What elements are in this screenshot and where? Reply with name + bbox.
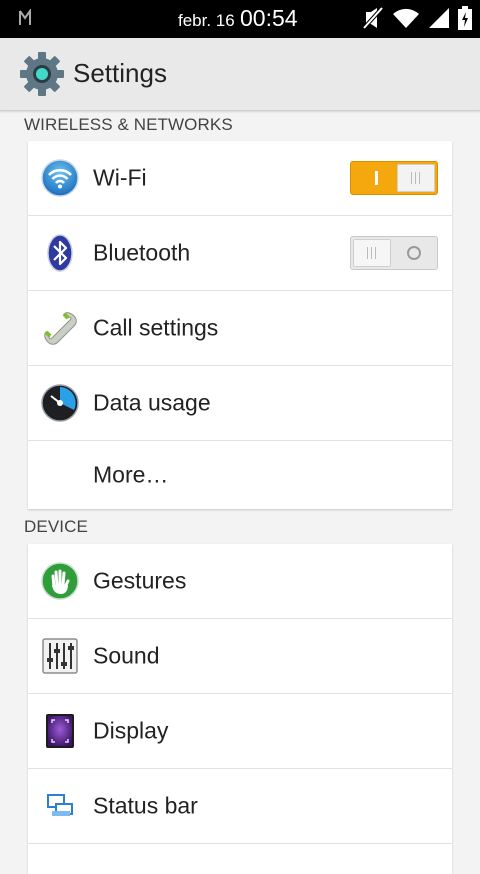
list-item-wifi[interactable]: Wi-Fi bbox=[28, 141, 452, 216]
status-bar-label: Status bar bbox=[93, 792, 198, 819]
settings-gear-icon[interactable] bbox=[18, 50, 66, 103]
bluetooth-icon bbox=[40, 233, 80, 273]
list-item-bluetooth[interactable]: Bluetooth bbox=[28, 216, 452, 291]
list-item-call-settings[interactable]: Call settings bbox=[28, 291, 452, 366]
status-time: 00:54 bbox=[240, 5, 298, 31]
mute-icon bbox=[362, 6, 384, 35]
list-item-display[interactable]: Display bbox=[28, 694, 452, 769]
gestures-label: Gestures bbox=[93, 567, 187, 594]
notification-icon bbox=[18, 7, 32, 32]
list-item-more[interactable]: More… bbox=[28, 441, 452, 509]
wifi-toggle[interactable] bbox=[350, 161, 438, 195]
call-settings-label: Call settings bbox=[93, 314, 219, 341]
cell-signal-icon bbox=[428, 7, 450, 34]
sound-label: Sound bbox=[93, 642, 160, 669]
phone-icon bbox=[40, 308, 80, 348]
section-header-device: DEVICE bbox=[24, 517, 88, 536]
gestures-icon bbox=[40, 561, 80, 601]
wifi-icon bbox=[40, 158, 80, 198]
display-label: Display bbox=[93, 717, 169, 744]
page-title: Settings bbox=[73, 58, 167, 88]
action-bar: Settings bbox=[0, 38, 480, 111]
wifi-label: Wi-Fi bbox=[93, 164, 147, 191]
status-bar: febr. 16 00:54 bbox=[0, 0, 480, 38]
data-usage-icon bbox=[40, 383, 80, 423]
section-header-wireless: WIRELESS & NETWORKS bbox=[24, 115, 233, 134]
list-item-sound[interactable]: Sound bbox=[28, 619, 452, 694]
bluetooth-toggle[interactable] bbox=[350, 236, 438, 270]
list-item-partial[interactable] bbox=[28, 844, 452, 874]
list-item-data-usage[interactable]: Data usage bbox=[28, 366, 452, 441]
list-item-gestures[interactable]: Gestures bbox=[28, 544, 452, 619]
status-bar-icon bbox=[40, 786, 80, 826]
bluetooth-label: Bluetooth bbox=[93, 239, 191, 266]
more-label: More… bbox=[93, 461, 169, 488]
sound-icon bbox=[40, 636, 80, 676]
device-settings-card: Gestures Sound Display Status bar bbox=[28, 544, 452, 874]
data-usage-label: Data usage bbox=[93, 389, 211, 416]
wireless-settings-card: Wi-Fi Bluetooth Call settings Data usage… bbox=[28, 141, 452, 509]
list-item-status-bar[interactable]: Status bar bbox=[28, 769, 452, 844]
wifi-signal-icon bbox=[392, 7, 420, 34]
status-date: febr. 16 bbox=[178, 11, 235, 30]
display-icon bbox=[40, 711, 80, 751]
battery-charging-icon bbox=[458, 6, 472, 35]
